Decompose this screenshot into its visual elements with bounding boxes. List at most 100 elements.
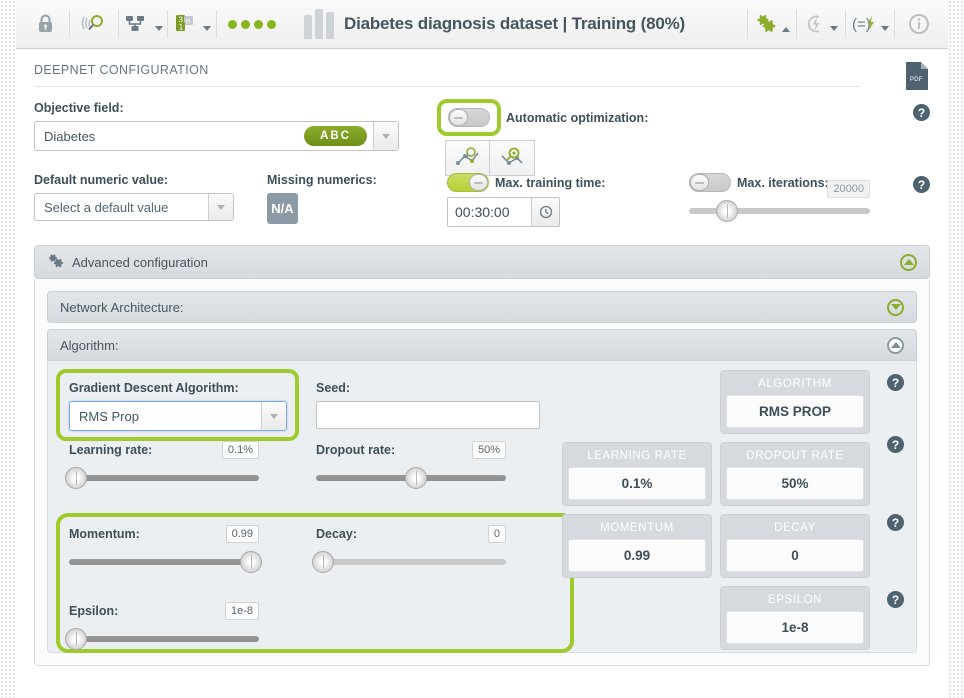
algorithm-summary-column: ALGORITHM RMS PROP LEARNING RATE 0.1% DR… (560, 361, 870, 650)
page-title: Diabetes diagnosis dataset | Training (8… (344, 14, 685, 33)
help-icon-rates[interactable]: ? (887, 436, 904, 453)
max-training-time-input[interactable]: 00:30:00 (447, 197, 560, 227)
dropout-rate-slider[interactable]: 50% (316, 441, 506, 489)
summary-momentum-value: 0.99 (568, 539, 706, 572)
help-icon-momentum[interactable]: ? (887, 514, 904, 531)
epsilon-value: 1e-8 (224, 602, 259, 620)
model-badge-icon[interactable]: 3 n 1 (169, 1, 215, 48)
slider-handle[interactable] (716, 200, 739, 222)
summary-row-rates: LEARNING RATE 0.1% DROPOUT RATE 50% (560, 442, 870, 506)
summary-momentum-title: MOMENTUM (600, 522, 674, 534)
objective-field-label: Objective field: (34, 101, 124, 115)
resource-bars-icon (304, 9, 334, 39)
network-architecture-label: Network Architecture: (60, 299, 184, 315)
status-dots (218, 19, 290, 29)
decay-label: Decay: (316, 527, 357, 541)
help-icon-epsilon[interactable]: ? (887, 591, 904, 608)
epsilon-slider[interactable]: 1e-8 (65, 602, 259, 650)
chevron-down-icon (880, 25, 889, 31)
optimize-network-icon[interactable] (445, 140, 490, 176)
gradient-descent-select[interactable]: RMS Prop (69, 401, 287, 431)
collapse-advanced-icon[interactable] (900, 253, 917, 271)
summary-dropout-rate: DROPOUT RATE 50% (720, 442, 870, 506)
chevron-down-icon[interactable] (373, 122, 398, 150)
clock-icon[interactable] (531, 198, 559, 226)
toolbar-divider (894, 10, 895, 38)
chevron-down-icon[interactable] (208, 194, 233, 220)
dropout-rate-value: 50% (471, 441, 506, 459)
pdf-export-icon[interactable]: PDF (904, 61, 930, 94)
status-dot (267, 19, 276, 29)
help-icon-algorithm[interactable]: ? (887, 374, 904, 391)
help-icon-objective[interactable]: ? (913, 104, 930, 121)
advanced-configuration-header[interactable]: Advanced configuration (34, 245, 930, 279)
algorithm-body: Gradient Descent Algorithm: RMS Prop See… (47, 361, 917, 653)
decay-slider[interactable]: 0 (312, 525, 506, 573)
slider-track (312, 551, 506, 573)
summary-learning-rate-value: 0.1% (568, 467, 706, 500)
automatic-optimization-group: Automatic optimization: (437, 99, 648, 176)
lock-icon[interactable] (22, 1, 68, 48)
summary-algorithm-value: RMS PROP (726, 395, 864, 428)
info-icon[interactable] (896, 1, 942, 48)
chevron-down-icon (154, 25, 163, 31)
gear-icon[interactable] (749, 1, 795, 48)
app-window: 3 n 1 Diabetes diagnosis dataset | Train… (16, 0, 948, 698)
collapse-algorithm-icon[interactable] (887, 336, 904, 354)
dataset-tree-icon[interactable] (120, 1, 166, 48)
summary-learning-rate: LEARNING RATE 0.1% (562, 442, 712, 506)
slider-handle[interactable] (405, 467, 428, 489)
summary-algorithm-title: ALGORITHM (758, 378, 832, 390)
summary-learning-rate-title: LEARNING RATE (587, 450, 687, 462)
slider-handle[interactable] (65, 467, 88, 489)
network-architecture-header[interactable]: Network Architecture: (47, 291, 917, 323)
summary-decay: DECAY 0 (720, 514, 870, 578)
search-network-icon[interactable] (490, 140, 535, 176)
max-iterations-value: 20000 (827, 180, 870, 198)
help-icon-training[interactable]: ? (913, 176, 930, 193)
status-dot (254, 19, 263, 29)
objective-field-select[interactable]: Diabetes ABC (34, 121, 399, 151)
algorithm-label: Algorithm: (60, 337, 119, 353)
row-objective: Objective field: Diabetes ABC Automatic … (34, 99, 930, 176)
decay-value: 0 (487, 525, 506, 543)
seed-group: Seed: (316, 381, 540, 429)
status-dot (228, 19, 237, 29)
max-training-time-toggle[interactable] (447, 173, 489, 192)
page-edge-left (0, 0, 16, 698)
gradient-descent-label: Gradient Descent Algorithm: (69, 381, 239, 395)
summary-epsilon-value: 1e-8 (726, 611, 864, 644)
expand-network-architecture-icon[interactable] (887, 298, 904, 316)
source-search-icon[interactable] (71, 1, 117, 48)
momentum-group: Momentum: 0.99 (69, 525, 262, 573)
gears-icon (47, 252, 65, 273)
toolbar-divider (747, 10, 748, 38)
missing-numerics-group: Missing numerics: N/A (267, 173, 377, 224)
seed-input[interactable] (316, 401, 540, 429)
max-iterations-slider[interactable]: 20000 (689, 180, 870, 222)
summary-decay-value: 0 (726, 539, 864, 572)
max-iterations-group: Max. iterations: 20000 (689, 173, 870, 222)
momentum-slider[interactable]: 0.99 (69, 525, 262, 573)
top-toolbar: 3 n 1 Diabetes diagnosis dataset | Train… (16, 0, 948, 49)
chevron-down-icon[interactable] (261, 402, 286, 430)
automatic-optimization-label: Automatic optimization: (506, 110, 649, 125)
chevron-down-icon (829, 25, 838, 31)
page-edge-right (948, 0, 964, 698)
max-iterations-toggle[interactable] (689, 173, 731, 192)
gradient-descent-group: Gradient Descent Algorithm: RMS Prop (69, 381, 287, 431)
algorithm-header[interactable]: Algorithm: (47, 329, 917, 361)
learning-rate-value: 0.1% (221, 441, 259, 459)
script-icon[interactable]: (=) (847, 1, 893, 48)
momentum-value: 0.99 (225, 525, 259, 543)
slider-handle[interactable] (240, 551, 262, 573)
automatic-optimization-toggle[interactable] (448, 108, 490, 127)
missing-numerics-value[interactable]: N/A (267, 193, 298, 224)
chevron-up-icon (781, 26, 790, 32)
advanced-configuration-section: Advanced configuration Network Architect… (34, 245, 930, 666)
learning-rate-slider[interactable]: 0.1% (65, 441, 259, 489)
flash-icon[interactable] (798, 1, 844, 48)
slider-track (65, 628, 259, 650)
missing-numerics-label: Missing numerics: (267, 173, 377, 187)
default-numeric-select[interactable]: Select a default value (34, 193, 234, 221)
